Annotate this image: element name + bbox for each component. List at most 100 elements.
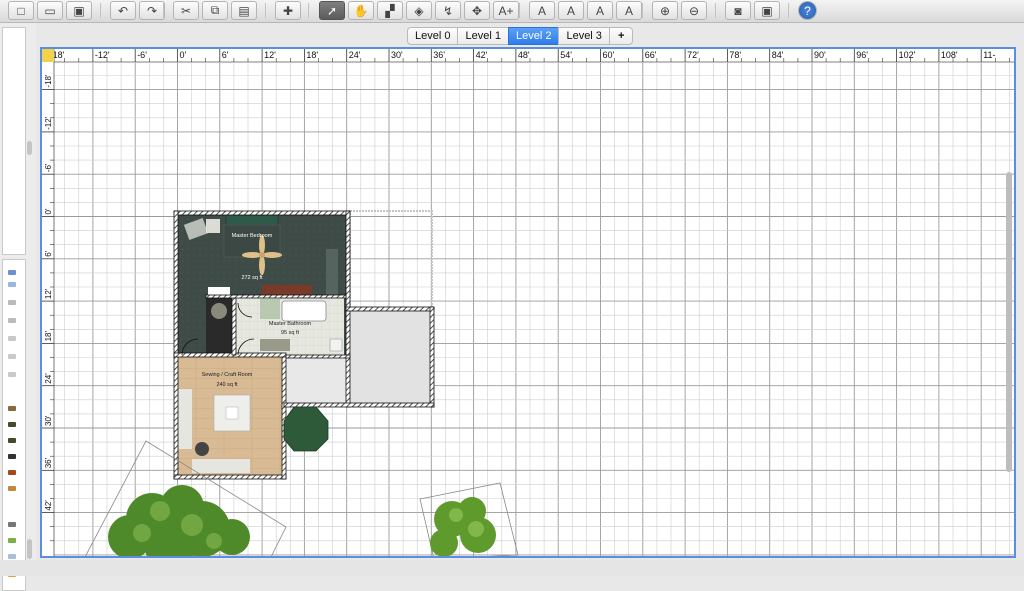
furniture-item-icon[interactable] (8, 282, 16, 287)
ruler-label: 78' (729, 50, 741, 60)
tab-level-3[interactable]: Level 3 (558, 27, 609, 45)
create-video-icon[interactable]: ▣ (754, 1, 780, 20)
tree-right[interactable] (419, 482, 519, 556)
zoom-in-icon[interactable]: ⊕ (652, 1, 678, 20)
wardrobe[interactable] (326, 249, 338, 299)
ruler-label: 60' (603, 50, 615, 60)
select-mode-icon[interactable]: ➚ (319, 1, 345, 20)
room-area-label: 240 sq ft (216, 382, 238, 388)
table-top[interactable] (225, 406, 239, 420)
tab-level-0[interactable]: Level 0 (407, 27, 458, 45)
create-dimensions-icon[interactable]: ✥ (464, 1, 490, 20)
plan-canvas[interactable]: 18' -12' -6' 0' 6' 12' 18' 24' 30' 36' 42' 48' 54' 60… (42, 49, 1014, 556)
ruler-label: 30' (44, 415, 53, 426)
ruler-label: 6' (222, 50, 229, 60)
text-italic-icon[interactable]: A (616, 1, 642, 20)
furniture-item-icon[interactable] (8, 454, 16, 459)
furniture-item-icon[interactable] (8, 354, 16, 359)
side-table[interactable] (206, 219, 220, 233)
vertical-ruler: -18' -12' -6' 0' 6' 12' 18' 24' 30' 36' 42' (42, 49, 55, 556)
toilet[interactable] (329, 338, 343, 352)
furniture-item-icon[interactable] (8, 486, 16, 491)
ruler-label: 54' (560, 50, 572, 60)
ruler-label: 36' (44, 457, 53, 468)
pan-mode-icon[interactable]: ✋ (348, 1, 374, 20)
room-area-label: 272 sq ft (241, 275, 263, 281)
ruler-label: 96' (856, 50, 868, 60)
ruler-label: -12' (95, 50, 110, 60)
plan-vertical-scrollbar[interactable] (1006, 172, 1012, 472)
furniture-item-icon[interactable] (8, 438, 16, 443)
room-name-label: Master Bathroom (269, 321, 312, 327)
furniture-item-icon[interactable] (8, 554, 16, 559)
ruler-label: 66' (645, 50, 657, 60)
tab-level-1[interactable]: Level 1 (457, 27, 508, 45)
ruler-label: 36' (433, 50, 445, 60)
ruler-label: 108' (941, 50, 958, 60)
round-table[interactable] (211, 303, 227, 319)
ruler-label: 42' (44, 500, 53, 511)
redo-icon[interactable]: ↷ (139, 1, 165, 20)
ruler-label: 12' (264, 50, 276, 60)
text-bold-icon[interactable]: A (587, 1, 613, 20)
room-name-label: Sewing / Craft Room (202, 372, 253, 378)
zoom-out-icon[interactable]: ⊖ (681, 1, 707, 20)
gazebo[interactable] (283, 406, 329, 452)
furniture-item-icon[interactable] (8, 470, 16, 475)
ruler-label: 72' (687, 50, 699, 60)
furniture-item-icon[interactable] (8, 372, 16, 377)
furniture-item-icon[interactable] (8, 406, 16, 411)
catalog-tree[interactable] (2, 27, 26, 255)
chair[interactable] (195, 442, 209, 456)
paste-icon[interactable]: ▤ (231, 1, 257, 20)
save-icon[interactable]: ▣ (66, 1, 92, 20)
tab-level-2[interactable]: Level 2 (507, 27, 559, 45)
bathtub[interactable] (281, 300, 327, 322)
create-polylines-icon[interactable]: ↯ (435, 1, 461, 20)
add-level-button[interactable]: + (608, 27, 634, 45)
shower[interactable] (260, 299, 280, 319)
ruler-label: -6' (137, 50, 147, 60)
ruler-label: 30' (391, 50, 403, 60)
furniture-item-icon[interactable] (8, 522, 16, 527)
work-desk[interactable] (192, 459, 250, 473)
open-icon[interactable]: ▭ (37, 1, 63, 20)
furniture-item-icon[interactable] (8, 300, 16, 305)
ruler-label: 102' (899, 50, 916, 60)
add-furniture-icon[interactable]: ✚ (275, 1, 301, 20)
floor-plan[interactable]: Master Bedroom 272 sq ft Master Bathroom… (173, 210, 435, 480)
ruler-label: 24' (349, 50, 361, 60)
bed-headboard[interactable] (225, 214, 279, 226)
furniture-item-icon[interactable] (8, 318, 16, 323)
furniture-list-scrollbar[interactable] (27, 539, 32, 559)
ruler-label: 0' (180, 50, 187, 60)
copy-icon[interactable]: ⧉ (202, 1, 228, 20)
catalog-scrollbar[interactable] (27, 141, 32, 155)
add-text-icon[interactable]: A+ (493, 1, 519, 20)
help-icon[interactable]: ? (798, 1, 817, 20)
grey-room[interactable] (350, 309, 432, 405)
ruler-label: -12' (44, 116, 53, 130)
create-photo-icon[interactable]: ◙ (725, 1, 751, 20)
text-style-a2-icon[interactable]: A (558, 1, 584, 20)
dresser[interactable] (262, 285, 312, 295)
text-style-a1-icon[interactable]: A (529, 1, 555, 20)
grey-room-small[interactable] (286, 357, 350, 405)
furniture-item-icon[interactable] (8, 422, 16, 427)
ruler-label: 11- (983, 50, 995, 60)
furniture-item-icon[interactable] (8, 270, 16, 275)
sewing-cabinet[interactable] (178, 389, 192, 449)
ruler-label: 0' (44, 208, 53, 214)
furniture-item-icon[interactable] (8, 336, 16, 341)
vanity[interactable] (260, 339, 290, 351)
plan-view[interactable]: 18' -12' -6' 0' 6' 12' 18' 24' 30' 36' 42' 48' 54' 60… (40, 47, 1016, 558)
undo-icon[interactable]: ↶ (110, 1, 136, 20)
new-home-icon[interactable]: □ (8, 1, 34, 20)
create-walls-icon[interactable]: ▞ (377, 1, 403, 20)
cut-icon[interactable]: ✂ (173, 1, 199, 20)
furniture-list[interactable] (2, 259, 26, 591)
create-rooms-icon[interactable]: ◈ (406, 1, 432, 20)
ruler-corner (42, 49, 54, 62)
furniture-item-icon[interactable] (8, 538, 16, 543)
ruler-label: -6' (44, 163, 53, 172)
